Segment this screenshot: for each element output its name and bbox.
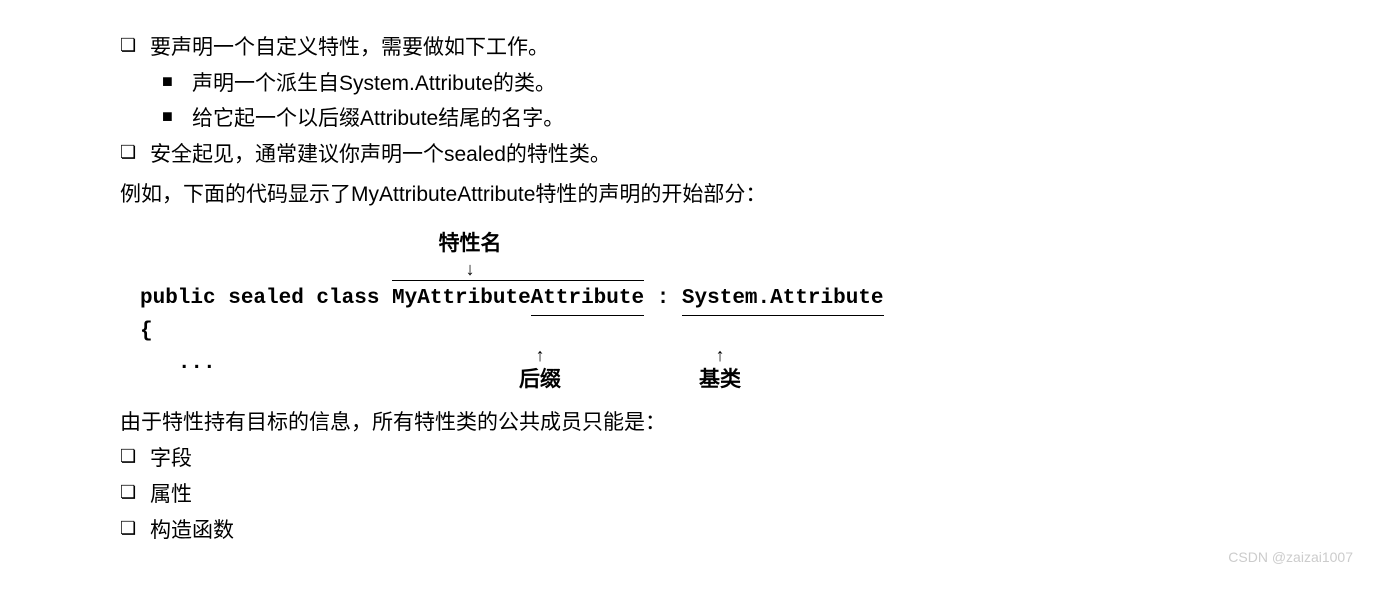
bullet-text: 给它起一个以后缀Attribute结尾的名字。 xyxy=(192,101,1253,137)
arrow-down-icon: ↓ xyxy=(410,262,530,280)
code-ellipsis: ... xyxy=(140,348,460,380)
paragraph-example: 例如，下面的代码显示了MyAttributeAttribute特性的声明的开始部… xyxy=(120,177,1253,213)
code-diagram: 特性名 ↓ public sealed class MyAttributeAtt… xyxy=(140,230,1253,397)
hollow-square-icon: ❏ xyxy=(120,513,150,544)
bullet-constructor: ❏ 构造函数 xyxy=(120,513,1253,549)
bullet-item-2: ❏ 安全起见，通常建议你声明一个sealed的特性类。 xyxy=(120,137,1253,173)
hollow-square-icon: ❏ xyxy=(120,441,150,472)
bullet-text: 声明一个派生自System.Attribute的类。 xyxy=(192,66,1253,102)
annotation-suffix: 后缀 xyxy=(460,366,620,398)
hollow-square-icon: ❏ xyxy=(120,137,150,168)
sub-bullet-1a: ■ 声明一个派生自System.Attribute的类。 xyxy=(120,66,1253,102)
bullet-text: 字段 xyxy=(150,441,1253,477)
solid-square-icon: ■ xyxy=(162,66,192,97)
bullet-text: 构造函数 xyxy=(150,513,1253,549)
code-name-part1: MyAttribute xyxy=(392,280,531,315)
bullet-text: 要声明一个自定义特性，需要做如下工作。 xyxy=(150,30,1253,66)
hollow-square-icon: ❏ xyxy=(120,477,150,508)
bullet-property: ❏ 属性 xyxy=(120,477,1253,513)
arrow-up-icon: ↑ xyxy=(620,348,820,366)
code-separator: : xyxy=(644,287,682,310)
paragraph-members: 由于特性持有目标的信息，所有特性类的公共成员只能是： xyxy=(120,405,1253,441)
code-base-class: System.Attribute xyxy=(682,283,884,317)
code-name-suffix: Attribute xyxy=(531,280,644,317)
bullet-text: 安全起见，通常建议你声明一个sealed的特性类。 xyxy=(150,137,1253,173)
hollow-square-icon: ❏ xyxy=(120,30,150,61)
sub-bullet-1b: ■ 给它起一个以后缀Attribute结尾的名字。 xyxy=(120,101,1253,137)
annotation-attribute-name: 特性名 xyxy=(410,230,530,262)
watermark: CSDN @zaizai1007 xyxy=(1228,546,1353,570)
bullet-field: ❏ 字段 xyxy=(120,441,1253,477)
annotation-base-class: 基类 xyxy=(620,366,820,398)
code-prefix: public sealed class xyxy=(140,287,392,310)
solid-square-icon: ■ xyxy=(162,101,192,132)
arrow-up-icon: ↑ xyxy=(460,348,620,366)
bullet-text: 属性 xyxy=(150,477,1253,513)
code-brace: { xyxy=(140,316,1253,348)
bullet-item-1: ❏ 要声明一个自定义特性，需要做如下工作。 xyxy=(120,30,1253,66)
code-declaration-line: public sealed class MyAttributeAttribute… xyxy=(140,280,1253,317)
